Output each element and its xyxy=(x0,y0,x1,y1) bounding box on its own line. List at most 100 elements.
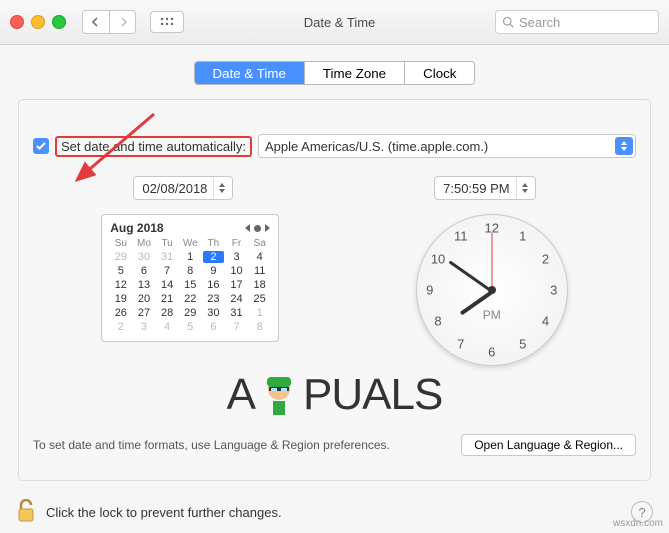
calendar-day[interactable]: 7 xyxy=(157,265,178,277)
calendar-day-dim[interactable]: 4 xyxy=(157,321,178,333)
calendar-day[interactable]: 24 xyxy=(226,293,247,305)
zoom-icon[interactable] xyxy=(52,15,66,29)
calendar-day[interactable]: 21 xyxy=(157,293,178,305)
calendar-day-header: Su xyxy=(110,238,131,249)
clock-numeral: 6 xyxy=(488,345,495,360)
calendar-day[interactable]: 10 xyxy=(226,265,247,277)
calendar-day-header: We xyxy=(180,238,201,249)
calendar-day[interactable]: 2 xyxy=(203,251,224,263)
nav-buttons xyxy=(82,10,136,34)
clock-center xyxy=(488,286,496,294)
clock-second-hand xyxy=(491,233,492,291)
clock-numeral: 9 xyxy=(426,283,433,298)
calendar-day[interactable]: 3 xyxy=(226,251,247,263)
window-titlebar: Date & Time Search xyxy=(0,0,669,45)
calendar-day[interactable]: 25 xyxy=(249,293,270,305)
calendar-nav xyxy=(245,224,270,232)
date-field[interactable]: 02/08/2018 xyxy=(133,176,233,200)
footer: Click the lock to prevent further change… xyxy=(0,491,669,533)
clock-numeral: 2 xyxy=(542,252,549,267)
calendar-day[interactable]: 29 xyxy=(180,307,201,319)
calendar[interactable]: Aug 2018 SuMoTuWeThFrSa29303112345678910… xyxy=(101,214,279,342)
calendar-day[interactable]: 28 xyxy=(157,307,178,319)
calendar-day[interactable]: 23 xyxy=(203,293,224,305)
calendar-day-dim[interactable]: 31 xyxy=(157,251,178,263)
time-stepper[interactable] xyxy=(516,178,533,198)
time-field[interactable]: 7:50:59 PM xyxy=(434,176,536,200)
time-server-combo[interactable]: Apple Americas/U.S. (time.apple.com.) xyxy=(258,134,636,158)
calendar-day[interactable]: 26 xyxy=(110,307,131,319)
calendar-day[interactable]: 31 xyxy=(226,307,247,319)
mascot-icon xyxy=(255,371,303,419)
show-all-button[interactable] xyxy=(150,11,184,33)
calendar-day[interactable]: 20 xyxy=(133,293,154,305)
calendar-today-icon[interactable] xyxy=(254,225,261,232)
calendar-month: Aug 2018 xyxy=(110,221,163,235)
back-button[interactable] xyxy=(83,11,109,33)
calendar-day-dim[interactable]: 8 xyxy=(249,321,270,333)
calendar-day[interactable]: 5 xyxy=(110,265,131,277)
calendar-day[interactable]: 22 xyxy=(180,293,201,305)
minimize-icon[interactable] xyxy=(31,15,45,29)
clock-numeral: 4 xyxy=(542,314,549,329)
calendar-day[interactable]: 13 xyxy=(133,279,154,291)
tab-time-zone[interactable]: Time Zone xyxy=(304,62,404,84)
search-placeholder: Search xyxy=(519,15,560,30)
tab-clock[interactable]: Clock xyxy=(404,62,474,84)
close-icon[interactable] xyxy=(10,15,24,29)
calendar-day[interactable]: 4 xyxy=(249,251,270,263)
calendar-day-dim[interactable]: 30 xyxy=(133,251,154,263)
calendar-day[interactable]: 27 xyxy=(133,307,154,319)
calendar-day[interactable]: 8 xyxy=(180,265,201,277)
analog-clock: 121234567891011 PM xyxy=(416,214,568,366)
time-server-value: Apple Americas/U.S. (time.apple.com.) xyxy=(265,139,615,154)
calendar-day[interactable]: 18 xyxy=(249,279,270,291)
calendar-day-dim[interactable]: 7 xyxy=(226,321,247,333)
calendar-day[interactable]: 12 xyxy=(110,279,131,291)
window-title: Date & Time xyxy=(192,15,487,30)
calendar-day-header: Th xyxy=(203,238,224,249)
traffic-lights xyxy=(10,15,66,29)
clock-numeral: 5 xyxy=(519,336,526,351)
lock-label: Click the lock to prevent further change… xyxy=(46,505,282,520)
calendar-day-dim[interactable]: 6 xyxy=(203,321,224,333)
tab-date-time[interactable]: Date & Time xyxy=(195,62,304,84)
calendar-day-dim[interactable]: 1 xyxy=(249,307,270,319)
search-input[interactable]: Search xyxy=(495,10,659,34)
calendar-day-dim[interactable]: 2 xyxy=(110,321,131,333)
clock-numeral: 7 xyxy=(457,336,464,351)
clock-numeral: 3 xyxy=(550,283,557,298)
calendar-day[interactable]: 19 xyxy=(110,293,131,305)
calendar-day-dim[interactable]: 3 xyxy=(133,321,154,333)
clock-numeral: 11 xyxy=(454,229,468,244)
clock-pm-label: PM xyxy=(483,308,501,322)
calendar-day[interactable]: 30 xyxy=(203,307,224,319)
calendar-day[interactable]: 6 xyxy=(133,265,154,277)
source-watermark: wsxdn.com xyxy=(613,518,663,529)
search-icon xyxy=(502,16,514,28)
calendar-next-icon[interactable] xyxy=(265,224,270,232)
calendar-day[interactable]: 16 xyxy=(203,279,224,291)
auto-time-checkbox[interactable] xyxy=(33,138,49,154)
calendar-day[interactable]: 1 xyxy=(180,251,201,263)
date-stepper[interactable] xyxy=(213,178,230,198)
calendar-day-dim[interactable]: 5 xyxy=(180,321,201,333)
calendar-day-header: Mo xyxy=(133,238,154,249)
clock-numeral: 8 xyxy=(434,314,441,329)
open-language-region-button[interactable]: Open Language & Region... xyxy=(461,434,636,456)
format-hint: To set date and time formats, use Langua… xyxy=(33,438,390,452)
calendar-day[interactable]: 14 xyxy=(157,279,178,291)
calendar-day-header: Sa xyxy=(249,238,270,249)
calendar-day[interactable]: 17 xyxy=(226,279,247,291)
calendar-day-header: Fr xyxy=(226,238,247,249)
lock-icon[interactable] xyxy=(16,499,36,526)
calendar-day[interactable]: 9 xyxy=(203,265,224,277)
auto-time-label: Set date and time automatically: xyxy=(55,136,252,157)
calendar-day-dim[interactable]: 29 xyxy=(110,251,131,263)
calendar-day[interactable]: 15 xyxy=(180,279,201,291)
calendar-day[interactable]: 11 xyxy=(249,265,270,277)
forward-button[interactable] xyxy=(109,11,135,33)
watermark-logo: A PUALS xyxy=(33,370,636,420)
tab-bar: Date & Time Time Zone Clock xyxy=(194,61,476,85)
calendar-prev-icon[interactable] xyxy=(245,224,250,232)
